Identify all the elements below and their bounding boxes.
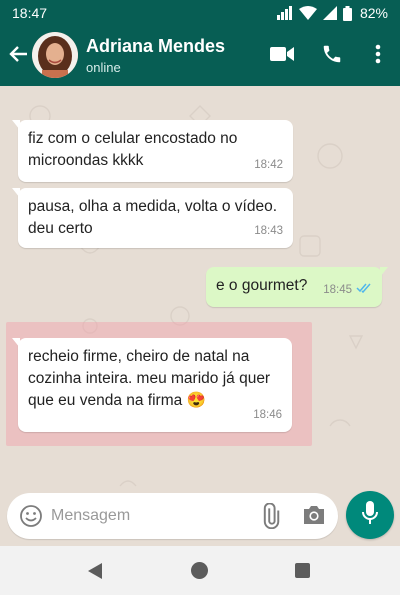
message-bubble-incoming[interactable]: fiz com o celular encostado no microonda… [12, 120, 293, 182]
emoji-icon[interactable] [19, 504, 43, 528]
back-arrow-icon [8, 44, 28, 69]
message-input[interactable] [51, 501, 241, 531]
contact-status: online [86, 60, 121, 75]
attach-icon[interactable] [257, 502, 283, 530]
status-bar: 18:47 82% [0, 0, 400, 26]
message-text: pausa, olha a medida, volta o vídeo. deu… [28, 198, 278, 237]
message-timestamp: 18:43 [254, 225, 283, 237]
video-call-icon [270, 46, 294, 67]
video-call-button[interactable] [268, 42, 296, 70]
message-timestamp: 18:42 [254, 159, 283, 171]
status-icons: 82% [276, 4, 388, 22]
avatar[interactable] [32, 32, 78, 78]
message-bubble-incoming[interactable]: pausa, olha a medida, volta o vídeo. deu… [12, 188, 293, 248]
phone-call-icon [321, 43, 343, 70]
chat-header: Adriana Mendes online [0, 26, 400, 86]
bubble-tail [12, 188, 20, 198]
back-button[interactable] [4, 40, 32, 72]
status-time: 18:47 [12, 5, 48, 21]
wifi-icon [298, 6, 317, 20]
message-text: recheio firme, cheiro de natal na cozinh… [28, 348, 271, 409]
voice-call-button[interactable] [318, 42, 346, 70]
battery-icon [342, 5, 352, 21]
contact-name[interactable]: Adriana Mendes [86, 36, 225, 57]
mic-icon [362, 500, 378, 530]
message-composer [7, 493, 338, 539]
message-time: 18:42 [254, 154, 283, 176]
nav-recents-icon[interactable] [295, 563, 310, 578]
camera-icon[interactable] [302, 504, 328, 528]
bubble-tail [380, 267, 388, 277]
message-bubble-outgoing[interactable]: e o gourmet? 18:45 [206, 267, 388, 307]
message-text: fiz com o celular encostado no microonda… [28, 130, 238, 169]
message-time: 18:46 [253, 404, 282, 426]
nav-back-icon[interactable] [88, 563, 102, 584]
cell-signal-icon [322, 6, 337, 20]
more-options-button[interactable] [364, 42, 392, 70]
mic-button[interactable] [346, 491, 394, 539]
android-nav-bar [0, 546, 400, 595]
message-time: 18:43 [254, 220, 283, 242]
double-check-read-icon [356, 279, 372, 301]
message-timestamp: 18:46 [253, 409, 282, 421]
battery-percent: 82% [359, 5, 388, 21]
message-timestamp: 18:45 [323, 284, 352, 296]
message-bubble-incoming[interactable]: recheio firme, cheiro de natal na cozinh… [12, 338, 292, 432]
bubble-tail [12, 120, 20, 130]
message-time: 18:45 [323, 279, 372, 301]
nav-home-icon[interactable] [191, 562, 208, 579]
signal-icon [276, 6, 293, 20]
bubble-tail [12, 338, 20, 348]
more-vert-icon [375, 44, 381, 69]
chat-area[interactable]: fiz com o celular encostado no microonda… [0, 86, 400, 546]
